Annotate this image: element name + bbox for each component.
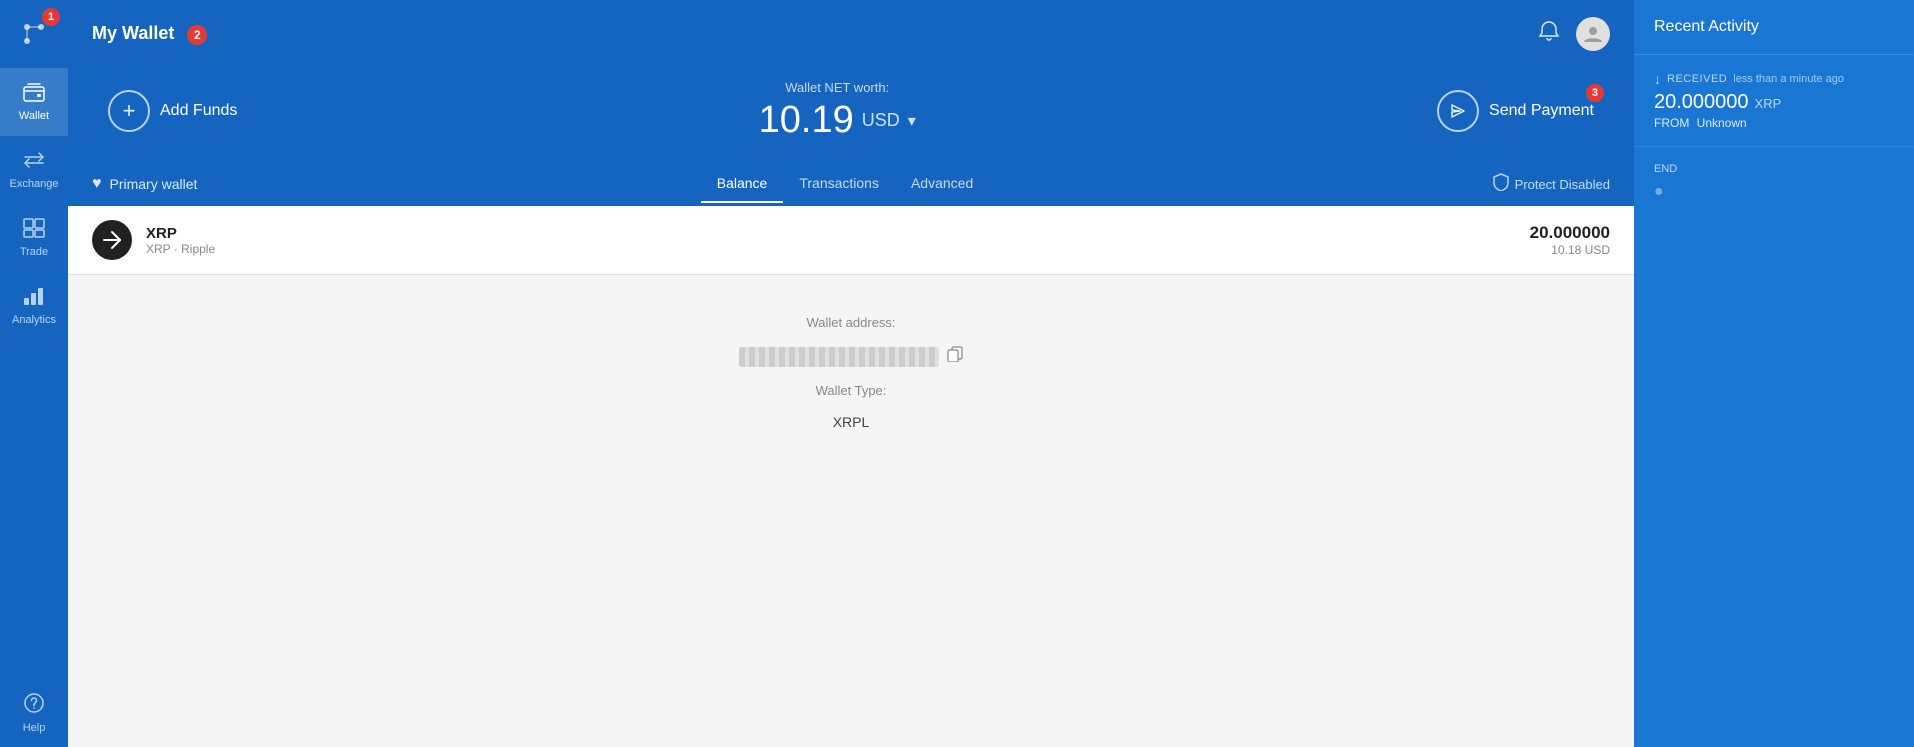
wallet-details: Wallet address: Wallet Type: XRPL <box>68 275 1634 747</box>
activity-arrow-icon: ↓ <box>1654 71 1661 87</box>
send-payment-button[interactable]: Send Payment 3 <box>1437 90 1594 132</box>
sidebar-item-label-trade: Trade <box>20 246 48 258</box>
tab-balance[interactable]: Balance <box>701 165 784 203</box>
sidebar-logo[interactable]: 1 <box>0 0 68 68</box>
wallet-address-blurred <box>739 347 939 367</box>
activity-item-0: ↓ RECEIVED less than a minute ago 20.000… <box>1634 55 1914 147</box>
activity-from: FROM Unknown <box>1654 116 1894 130</box>
sidebar-item-label-wallet: Wallet <box>19 110 49 122</box>
coin-subtitle: XRP · Ripple <box>146 242 1530 256</box>
activity-item2-type: END <box>1654 163 1894 175</box>
primary-wallet-label: ♥ Primary wallet <box>92 175 197 193</box>
sidebar-item-help[interactable]: Help <box>0 679 68 747</box>
header-actions <box>1538 17 1610 51</box>
protect-button[interactable]: Protect Disabled <box>1493 173 1610 196</box>
net-worth-value: 10.19 USD ▾ <box>759 99 916 142</box>
add-funds-button[interactable]: + Add Funds <box>108 90 237 132</box>
header-badge: 2 <box>187 25 207 45</box>
sidebar-item-exchange[interactable]: Exchange <box>0 136 68 204</box>
sidebar-badge: 1 <box>42 8 60 26</box>
coin-row[interactable]: XRP XRP · Ripple 20.000000 10.18 USD <box>68 206 1634 275</box>
wallet-body: ♥ Primary wallet Balance Transactions Ad… <box>68 162 1634 747</box>
send-payment-badge: 3 <box>1586 84 1604 102</box>
sidebar: 1 Wallet Exchange <box>0 0 68 747</box>
protect-label: Protect Disabled <box>1515 177 1610 192</box>
bell-icon[interactable] <box>1538 20 1560 48</box>
activity-memo: less than a minute ago <box>1733 73 1844 85</box>
sidebar-item-analytics[interactable]: Analytics <box>0 272 68 340</box>
sidebar-item-label-analytics: Analytics <box>12 314 56 326</box>
recent-activity-header: Recent Activity <box>1634 0 1914 55</box>
send-payment-icon <box>1437 90 1479 132</box>
currency-dropdown-icon[interactable]: ▾ <box>908 111 916 131</box>
coin-amount: 20.000000 10.18 USD <box>1530 223 1610 257</box>
sidebar-item-trade[interactable]: Trade <box>0 204 68 272</box>
sidebar-item-label-help: Help <box>23 722 46 734</box>
tab-advanced[interactable]: Advanced <box>895 165 989 203</box>
activity-type-label: RECEIVED <box>1667 73 1727 85</box>
coin-info: XRP XRP · Ripple <box>146 225 1530 256</box>
wallet-type-value: XRPL <box>833 414 870 430</box>
coin-name: XRP <box>146 225 1530 242</box>
net-worth-display: Wallet NET worth: 10.19 USD ▾ <box>759 80 916 142</box>
sidebar-item-label-exchange: Exchange <box>10 178 59 190</box>
wallet-address-label: Wallet address: <box>806 315 895 330</box>
activity-item-1: END ● <box>1634 147 1914 217</box>
send-payment-label: Send Payment <box>1489 102 1594 120</box>
coin-amount-main: 20.000000 <box>1530 223 1610 243</box>
net-worth-amount: 10.19 <box>759 99 854 142</box>
add-funds-circle-icon: + <box>108 90 150 132</box>
activity-from-value: Unknown <box>1697 116 1747 130</box>
header-title-text: My Wallet <box>92 23 174 43</box>
recent-activity-panel: Recent Activity ↓ RECEIVED less than a m… <box>1634 0 1914 747</box>
wallet-type-label: Wallet Type: <box>816 383 887 398</box>
analytics-icon <box>23 286 45 310</box>
shield-icon <box>1493 173 1509 196</box>
activity-amount: 20.000000 <box>1654 91 1749 114</box>
header-title: My Wallet 2 <box>92 23 1538 45</box>
trade-icon <box>23 218 45 242</box>
activity-amount-unit: XRP <box>1755 96 1782 111</box>
wallet-address-row <box>739 346 963 367</box>
coin-amount-usd: 10.18 USD <box>1530 243 1610 257</box>
activity-item2-dot: ● <box>1654 183 1894 201</box>
wallet-icon <box>23 82 45 106</box>
activity-type-row: ↓ RECEIVED less than a minute ago <box>1654 71 1894 87</box>
exchange-icon <box>23 150 45 174</box>
balance-content: XRP XRP · Ripple 20.000000 10.18 USD Wal… <box>68 206 1634 747</box>
header: My Wallet 2 <box>68 0 1634 68</box>
coin-icon <box>92 220 132 260</box>
heart-icon: ♥ <box>92 175 102 193</box>
main-content: My Wallet 2 + Add Funds Wal <box>68 0 1634 747</box>
wallet-tabs: Balance Transactions Advanced <box>701 165 990 203</box>
sidebar-item-wallet[interactable]: Wallet <box>0 68 68 136</box>
net-worth-label: Wallet NET worth: <box>759 80 916 95</box>
help-icon <box>23 692 45 718</box>
avatar[interactable] <box>1576 17 1610 51</box>
add-funds-label: Add Funds <box>160 102 237 120</box>
net-worth-currency: USD <box>862 110 900 131</box>
copy-icon[interactable] <box>947 346 963 367</box>
wallet-hero: + Add Funds Wallet NET worth: 10.19 USD … <box>68 68 1634 162</box>
tab-transactions[interactable]: Transactions <box>783 165 895 203</box>
wallet-tabs-bar: ♥ Primary wallet Balance Transactions Ad… <box>68 162 1634 206</box>
